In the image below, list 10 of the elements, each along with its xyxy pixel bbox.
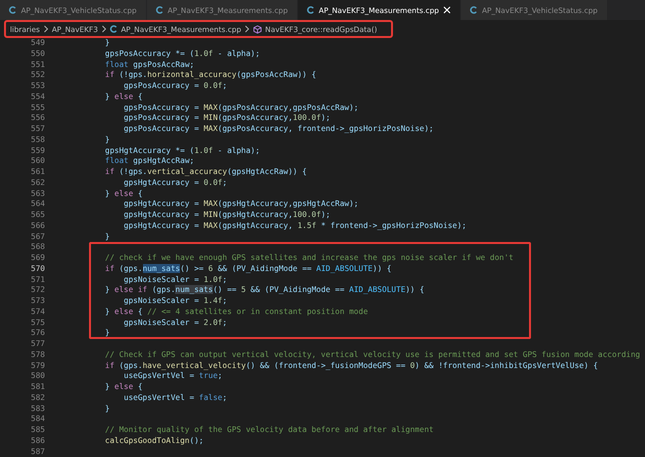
cpp-file-icon	[306, 6, 315, 14]
chevron-icon	[100, 25, 107, 33]
chevron-icon	[42, 25, 49, 33]
cube-icon	[253, 24, 262, 34]
cpp-file-icon	[470, 6, 478, 14]
cpp-file-icon	[9, 6, 17, 14]
chevron-icon	[244, 25, 250, 33]
close-icon[interactable]	[443, 6, 451, 14]
cpp-file-icon	[156, 6, 164, 14]
cpp-file-icon	[110, 25, 118, 33]
